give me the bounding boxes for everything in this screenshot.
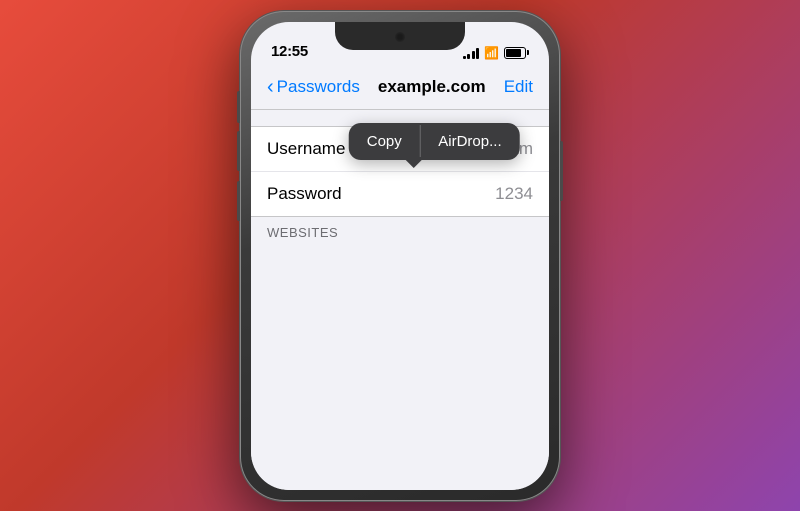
password-value: 1234 <box>495 184 533 204</box>
chevron-left-icon: ‹ <box>267 77 274 97</box>
password-label: Password <box>267 184 342 204</box>
navigation-bar: ‹ Passwords example.com Edit <box>251 66 549 110</box>
edit-button[interactable]: Edit <box>504 77 533 97</box>
back-label: Passwords <box>277 77 360 97</box>
battery-icon <box>504 47 529 59</box>
signal-icon <box>463 47 480 59</box>
phone-screen: 12:55 📶 ‹ Pa <box>251 22 549 490</box>
notch <box>335 22 465 50</box>
credentials-section: Username Copy AirDrop... shivam Password… <box>251 126 549 217</box>
username-row[interactable]: Username Copy AirDrop... shivam <box>251 127 549 172</box>
wifi-icon: 📶 <box>484 46 499 60</box>
volume-up-button[interactable] <box>237 131 240 171</box>
page-title: example.com <box>378 77 486 97</box>
front-camera <box>395 32 405 42</box>
status-icons: 📶 <box>463 46 529 60</box>
clock: 12:55 <box>271 43 308 60</box>
copy-menu-item[interactable]: Copy <box>349 123 420 160</box>
websites-section-label: WEBSITES <box>251 217 549 244</box>
power-button[interactable] <box>560 141 563 201</box>
airdrop-menu-item[interactable]: AirDrop... <box>420 123 519 160</box>
username-label: Username <box>267 139 345 159</box>
context-menu: Copy AirDrop... <box>349 123 520 160</box>
phone-frame: 12:55 📶 ‹ Pa <box>240 11 560 501</box>
volume-down-button[interactable] <box>237 181 240 221</box>
back-button[interactable]: ‹ Passwords <box>267 77 360 97</box>
password-row[interactable]: Password 1234 <box>251 172 549 216</box>
content-area: Username Copy AirDrop... shivam Password… <box>251 110 549 490</box>
